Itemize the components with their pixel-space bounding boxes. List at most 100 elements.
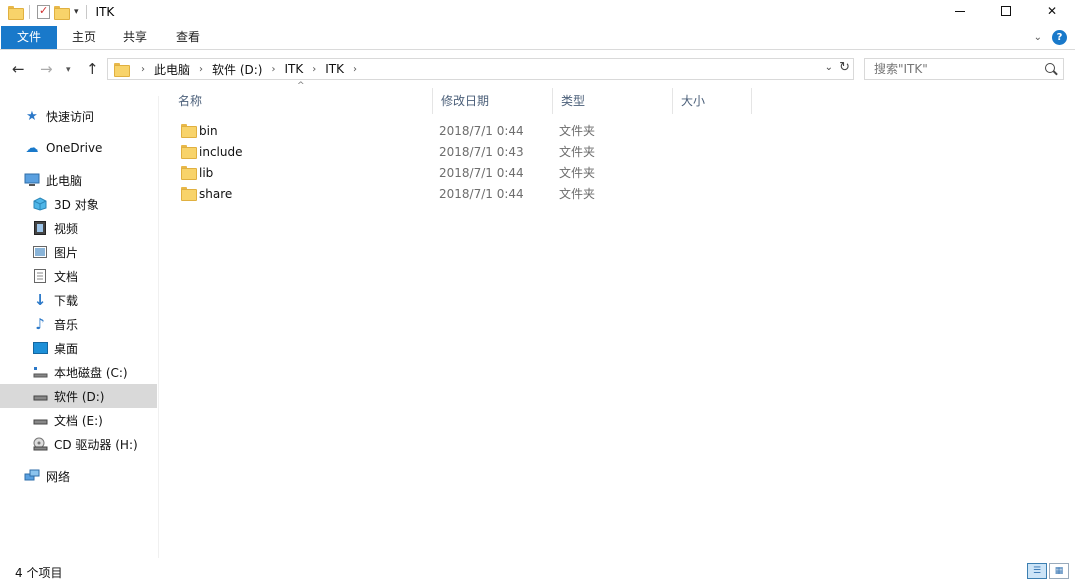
column-header-size[interactable]: 大小: [673, 88, 751, 114]
drive-icon: [32, 388, 48, 404]
sidebar-item-drive-c[interactable]: 本地磁盘 (C:): [0, 360, 157, 384]
folder-icon: [181, 187, 197, 201]
chevron-right-icon[interactable]: ›: [353, 64, 357, 75]
sidebar-item-label: OneDrive: [46, 141, 103, 155]
file-modified: 2018/7/1 0:44: [439, 123, 524, 138]
navigation-pane: ★ 快速访问 ☁ OneDrive 此电脑 3D 对象 视频 图片 文档 ↓ 下…: [0, 96, 159, 558]
folder-icon: [181, 166, 197, 180]
sidebar-item-label: 本地磁盘 (C:): [54, 365, 128, 380]
sidebar-item-label: 桌面: [54, 341, 79, 356]
sidebar-item-label: 视频: [54, 221, 79, 236]
item-count: 4 个项目: [15, 566, 63, 580]
file-row[interactable]: lib 2018/7/1 0:44 文件夹: [170, 162, 760, 183]
sidebar-item-drive-e[interactable]: 文档 (E:): [0, 408, 157, 432]
details-view-icon: ☰: [1032, 566, 1042, 576]
file-type: 文件夹: [559, 187, 596, 201]
sidebar-item-label: 文档 (E:): [54, 413, 103, 428]
customize-toolbar-chevron-icon[interactable]: ▾: [74, 7, 79, 17]
toolbar-separator: [29, 5, 30, 19]
sidebar-item-drive-d[interactable]: 软件 (D:): [0, 384, 157, 408]
sidebar-item-label: CD 驱动器 (H:): [54, 437, 138, 452]
recent-locations-chevron-icon[interactable]: ▾: [66, 65, 71, 75]
minimize-button[interactable]: [937, 0, 983, 22]
sidebar-item-documents[interactable]: 文档: [0, 264, 157, 288]
forward-arrow-icon[interactable]: →: [40, 60, 53, 78]
back-arrow-icon[interactable]: ←: [12, 60, 25, 78]
search-icon[interactable]: [1045, 63, 1055, 73]
maximize-icon: [1001, 6, 1011, 16]
sidebar-item-3d-objects[interactable]: 3D 对象: [0, 192, 157, 216]
column-header-modified[interactable]: 修改日期: [433, 88, 551, 114]
search-input[interactable]: [874, 62, 1039, 76]
large-icons-view-button[interactable]: ▦: [1049, 563, 1069, 579]
large-icons-view-icon: ▦: [1054, 566, 1064, 576]
file-row[interactable]: share 2018/7/1 0:44 文件夹: [170, 183, 760, 204]
computer-icon: [24, 172, 40, 188]
close-button[interactable]: ✕: [1029, 0, 1075, 22]
minimize-icon: [955, 10, 965, 12]
breadcrumb-itk[interactable]: ITK: [284, 62, 303, 76]
sidebar-item-drive-h[interactable]: CD 驱动器 (H:): [0, 432, 157, 456]
sidebar-item-onedrive[interactable]: ☁ OneDrive: [0, 136, 157, 160]
tab-share[interactable]: 共享: [111, 26, 159, 49]
file-type: 文件夹: [559, 166, 596, 180]
file-modified: 2018/7/1 0:43: [439, 144, 524, 159]
folder-icon: [181, 124, 197, 138]
address-history-chevron-icon[interactable]: ⌄: [825, 62, 833, 73]
column-headers: ^ 名称 修改日期 类型 大小: [170, 81, 770, 114]
tab-file[interactable]: 文件: [1, 26, 57, 49]
breadcrumb-itk-current[interactable]: ITK: [325, 62, 344, 76]
folder-icon: [114, 63, 130, 77]
sidebar-item-pictures[interactable]: 图片: [0, 240, 157, 264]
sidebar-item-videos[interactable]: 视频: [0, 216, 157, 240]
chevron-right-icon[interactable]: ›: [141, 64, 145, 75]
sidebar-item-network[interactable]: 网络: [0, 464, 157, 488]
up-arrow-icon[interactable]: ↑: [86, 60, 99, 78]
cube-icon: [32, 196, 48, 212]
column-divider[interactable]: [751, 88, 752, 114]
sidebar-item-quick-access[interactable]: ★ 快速访问: [0, 104, 157, 128]
sidebar-item-label: 快速访问: [46, 109, 95, 124]
close-icon: ✕: [1046, 4, 1058, 18]
sidebar-item-downloads[interactable]: ↓ 下载: [0, 288, 157, 312]
file-modified: 2018/7/1 0:44: [439, 165, 524, 180]
breadcrumb-drive-d[interactable]: 软件 (D:): [212, 61, 262, 78]
tab-home[interactable]: 主页: [60, 26, 108, 49]
chevron-right-icon[interactable]: ›: [312, 64, 316, 75]
tab-view[interactable]: 查看: [164, 26, 212, 49]
status-bar: 4 个项目 ☰ ▦: [0, 560, 1075, 582]
file-row[interactable]: bin 2018/7/1 0:44 文件夹: [170, 120, 760, 141]
refresh-icon[interactable]: ↻: [839, 60, 850, 75]
new-folder-icon[interactable]: [54, 6, 70, 20]
chevron-right-icon[interactable]: ›: [271, 64, 275, 75]
file-type: 文件夹: [559, 145, 596, 159]
picture-icon: [32, 244, 48, 260]
file-name: lib: [199, 165, 214, 180]
properties-icon[interactable]: [37, 4, 50, 19]
quick-access-toolbar: ▾: [0, 0, 90, 24]
sidebar-item-this-pc[interactable]: 此电脑: [0, 168, 157, 192]
chevron-right-icon[interactable]: ›: [199, 64, 203, 75]
expand-ribbon-chevron-icon[interactable]: ⌄: [1034, 32, 1042, 43]
breadcrumb: › 此电脑 › 软件 (D:) › ITK › ITK ›: [132, 61, 366, 78]
cd-drive-icon: [32, 436, 48, 452]
column-header-name[interactable]: 名称: [170, 88, 432, 114]
view-toggle: ☰ ▦: [1027, 563, 1069, 579]
sidebar-item-label: 网络: [46, 469, 71, 484]
maximize-button[interactable]: [983, 0, 1029, 22]
details-view-button[interactable]: ☰: [1027, 563, 1047, 579]
sidebar-item-desktop[interactable]: 桌面: [0, 336, 157, 360]
file-row[interactable]: include 2018/7/1 0:43 文件夹: [170, 141, 760, 162]
help-icon[interactable]: ?: [1052, 30, 1067, 45]
drive-icon: [32, 412, 48, 428]
column-header-type[interactable]: 类型: [553, 88, 671, 114]
toolbar-separator: [85, 5, 87, 19]
download-icon: ↓: [33, 291, 47, 309]
search-box[interactable]: [864, 58, 1064, 80]
document-icon: [32, 268, 48, 284]
breadcrumb-this-pc[interactable]: 此电脑: [154, 61, 190, 78]
sidebar-item-music[interactable]: ♪ 音乐: [0, 312, 157, 336]
folder-icon: [181, 145, 197, 159]
address-bar[interactable]: › 此电脑 › 软件 (D:) › ITK › ITK › ⌄ ↻: [107, 58, 854, 80]
desktop-icon: [32, 340, 48, 356]
